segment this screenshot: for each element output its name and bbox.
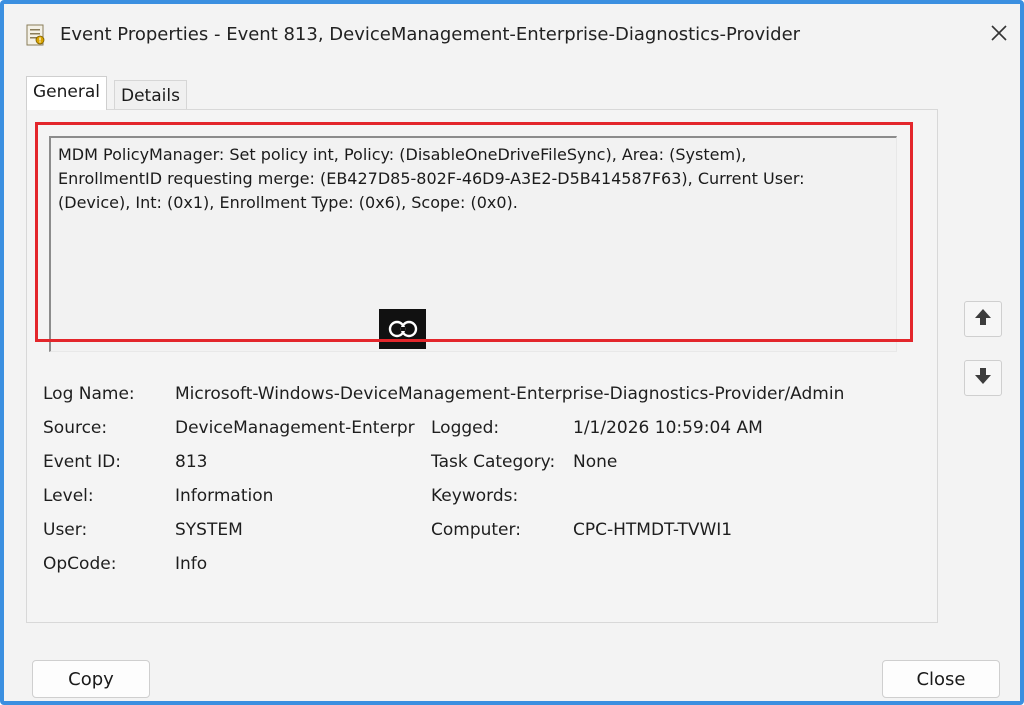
log-name-value[interactable]: Microsoft-Windows-DeviceManagement-Enter… (175, 384, 927, 404)
copy-button[interactable]: Copy (32, 660, 150, 698)
close-button[interactable]: Close (882, 660, 1000, 698)
event-viewer-icon (26, 24, 46, 46)
opcode-label: OpCode: (43, 554, 117, 574)
source-value[interactable]: DeviceManagement-Enterpr (175, 418, 419, 438)
task-category-value[interactable]: None (573, 452, 873, 472)
tab-general[interactable]: General (26, 76, 107, 110)
description-line: (Device), Int: (0x1), Enrollment Type: (… (58, 193, 518, 212)
task-category-label: Task Category: (431, 452, 556, 472)
event-id-value[interactable]: 813 (175, 452, 375, 472)
logged-label: Logged: (431, 418, 500, 438)
previous-event-button[interactable] (964, 301, 1002, 337)
event-description[interactable]: MDM PolicyManager: Set policy int, Polic… (49, 136, 897, 352)
event-id-label: Event ID: (43, 452, 121, 472)
window-title: Event Properties - Event 813, DeviceMana… (60, 24, 801, 45)
user-value[interactable]: SYSTEM (175, 520, 375, 540)
user-label: User: (43, 520, 88, 540)
watermark-logo (379, 309, 426, 349)
opcode-value[interactable]: Info (175, 554, 375, 574)
keywords-label: Keywords: (431, 486, 519, 506)
description-line: MDM PolicyManager: Set policy int, Polic… (58, 145, 747, 164)
computer-value[interactable]: CPC-HTMDT-TVWI1 (573, 520, 873, 540)
level-label: Level: (43, 486, 94, 506)
source-label: Source: (43, 418, 108, 438)
level-value[interactable]: Information (175, 486, 375, 506)
arrow-up-icon (973, 307, 993, 331)
close-icon[interactable] (984, 18, 1014, 48)
title-bar: Event Properties - Event 813, DeviceMana… (4, 4, 1020, 60)
log-name-label: Log Name: (43, 384, 135, 404)
tab-details[interactable]: Details (114, 80, 187, 110)
next-event-button[interactable] (964, 360, 1002, 396)
event-properties-window: Event Properties - Event 813, DeviceMana… (0, 0, 1024, 705)
logged-value[interactable]: 1/1/2026 10:59:04 AM (573, 418, 873, 438)
arrow-down-icon (973, 366, 993, 390)
computer-label: Computer: (431, 520, 521, 540)
general-panel: MDM PolicyManager: Set policy int, Polic… (26, 109, 938, 623)
description-line: EnrollmentID requesting merge: (EB427D85… (58, 169, 805, 188)
